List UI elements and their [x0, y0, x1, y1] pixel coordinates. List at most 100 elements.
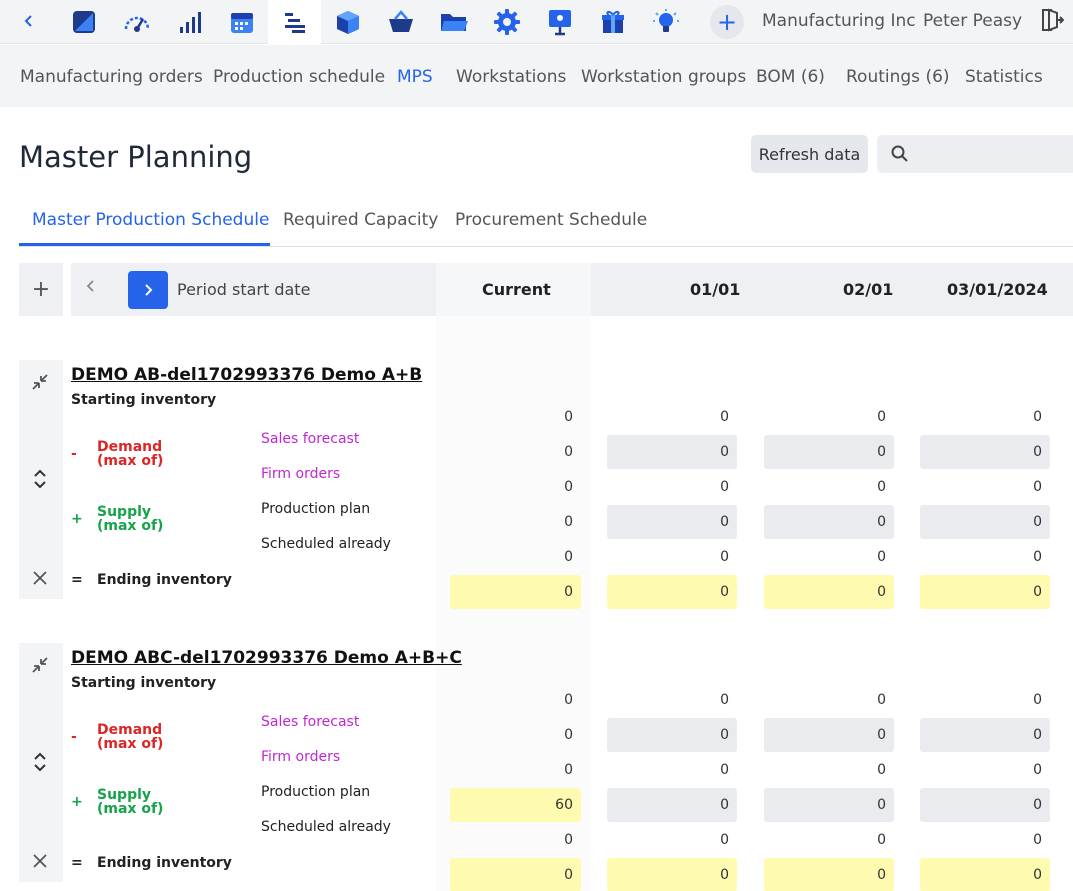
page-title: Master Planning [19, 140, 253, 174]
cell-firm-orders: 0 [564, 479, 573, 495]
cell-sales-forecast[interactable]: 0 [607, 435, 737, 469]
cell-sales-forecast: 0 [564, 444, 573, 460]
folder-icon[interactable] [427, 0, 480, 44]
add-button[interactable]: + [710, 5, 744, 39]
refresh-data-button[interactable]: Refresh data [751, 135, 868, 173]
cell-production-plan[interactable]: 0 [764, 788, 894, 822]
cell-ending: 0 [920, 575, 1050, 609]
cell-starting: 0 [720, 409, 729, 425]
bar-signal-icon[interactable] [163, 0, 216, 44]
nav-routings[interactable]: Routings (6) [846, 67, 950, 87]
active-tab-indicator [19, 243, 270, 246]
product-title[interactable]: DEMO ABC-del1702993376 Demo A+B+C [71, 648, 462, 668]
cell-production-plan[interactable]: 0 [764, 505, 894, 539]
cell-firm-orders: 0 [720, 479, 729, 495]
cell-scheduled-already: 0 [720, 832, 729, 848]
tab-master-production-schedule[interactable]: Master Production Schedule [32, 210, 269, 230]
plus-icon: + [31, 277, 51, 302]
search-input[interactable] [917, 141, 1067, 167]
cell-sales-forecast[interactable]: 0 [764, 435, 894, 469]
product-title[interactable]: DEMO AB-del1702993376 Demo A+B [71, 365, 422, 385]
cell-firm-orders: 0 [877, 479, 886, 495]
logout-icon[interactable] [1040, 7, 1065, 37]
nav-workstation-groups[interactable]: Workstation groups [581, 67, 746, 87]
production-plan-label: Production plan [261, 501, 371, 517]
starting-inventory-label: Starting inventory [71, 392, 217, 408]
period-start-date-label: Period start date [177, 280, 311, 299]
firm-orders-label[interactable]: Firm orders [261, 466, 340, 482]
cell-sales-forecast: 0 [564, 727, 573, 743]
cell-firm-orders: 0 [720, 762, 729, 778]
lightbulb-icon[interactable] [639, 0, 692, 44]
production-plan-label: Production plan [261, 784, 371, 800]
starting-inventory-label: Starting inventory [71, 675, 217, 691]
nav-production-schedule[interactable]: Production schedule [213, 67, 385, 87]
nav-workstations[interactable]: Workstations [456, 67, 566, 87]
chevron-right-icon [145, 284, 153, 296]
expand-collapse-chevrons-icon[interactable] [30, 468, 50, 494]
cell-production-plan[interactable]: 0 [920, 788, 1050, 822]
cell-sales-forecast[interactable]: 0 [920, 718, 1050, 752]
cell-sales-forecast[interactable]: 0 [607, 718, 737, 752]
company-name[interactable]: Manufacturing Inc [762, 11, 916, 31]
user-name[interactable]: Peter Peasy [923, 11, 1022, 31]
cell-starting: 0 [564, 409, 573, 425]
cell-sales-forecast[interactable]: 0 [920, 435, 1050, 469]
gift-icon[interactable] [586, 0, 639, 44]
cell-ending: 0 [450, 858, 581, 891]
basket-icon[interactable] [374, 0, 427, 44]
cell-production-plan[interactable]: 0 [920, 505, 1050, 539]
cell-starting: 0 [1033, 409, 1042, 425]
remove-x-icon[interactable] [30, 568, 50, 592]
cell-production-plan[interactable]: 60 [450, 788, 581, 822]
cell-ending: 0 [607, 858, 737, 891]
cell-starting: 0 [877, 409, 886, 425]
next-period-button[interactable] [128, 271, 168, 309]
nav-bom[interactable]: BOM (6) [756, 67, 825, 87]
ending-inventory-label: Ending inventory [97, 855, 232, 871]
back-chevron-icon[interactable] [14, 6, 44, 36]
gear-icon[interactable] [480, 0, 533, 44]
cell-scheduled-already: 0 [877, 549, 886, 565]
cell-production-plan[interactable]: 0 [607, 788, 737, 822]
nav-manufacturing-orders[interactable]: Manufacturing orders [20, 67, 203, 87]
plus-icon: + [716, 8, 738, 36]
column-header-period-2: 02/01 [843, 280, 894, 299]
gauge-icon[interactable] [110, 0, 163, 44]
cell-starting: 0 [564, 692, 573, 708]
sales-forecast-label[interactable]: Sales forecast [261, 431, 359, 447]
collapse-icon[interactable] [30, 372, 50, 396]
firm-orders-label[interactable]: Firm orders [261, 749, 340, 765]
remove-x-icon[interactable] [30, 851, 50, 875]
search-box[interactable] [877, 135, 1073, 173]
expand-collapse-chevrons-icon[interactable] [30, 751, 50, 777]
ending-equals-sign: = [71, 855, 83, 871]
calendar-icon[interactable] [215, 0, 268, 44]
presentation-icon[interactable] [533, 0, 586, 44]
previous-period-icon[interactable] [85, 277, 97, 298]
tab-required-capacity[interactable]: Required Capacity [283, 210, 438, 230]
cell-starting: 0 [1033, 692, 1042, 708]
collapse-icon[interactable] [30, 655, 50, 679]
column-header-period-3: 03/01/2024 [947, 280, 1048, 299]
tab-procurement-schedule[interactable]: Procurement Schedule [455, 210, 647, 230]
cell-production-plan[interactable]: 0 [450, 505, 581, 539]
ending-inventory-label: Ending inventory [97, 572, 232, 588]
nav-statistics[interactable]: Statistics [965, 67, 1043, 87]
cell-sales-forecast[interactable]: 0 [764, 718, 894, 752]
nav-mps[interactable]: MPS [397, 67, 433, 87]
scheduled-already-label: Scheduled already [261, 536, 391, 552]
cell-ending: 0 [920, 858, 1050, 891]
cell-ending: 0 [450, 575, 581, 609]
production-lines-icon[interactable] [268, 0, 321, 44]
ending-equals-sign: = [71, 572, 83, 588]
sales-forecast-label[interactable]: Sales forecast [261, 714, 359, 730]
cell-firm-orders: 0 [1033, 479, 1042, 495]
cube-icon[interactable] [321, 0, 374, 44]
cell-ending: 0 [607, 575, 737, 609]
cell-production-plan[interactable]: 0 [607, 505, 737, 539]
add-product-button[interactable]: + [19, 263, 63, 316]
module-sub-nav: Manufacturing orders Production schedule… [0, 45, 1073, 107]
cell-firm-orders: 0 [1033, 762, 1042, 778]
dashboard-icon[interactable] [57, 0, 110, 44]
